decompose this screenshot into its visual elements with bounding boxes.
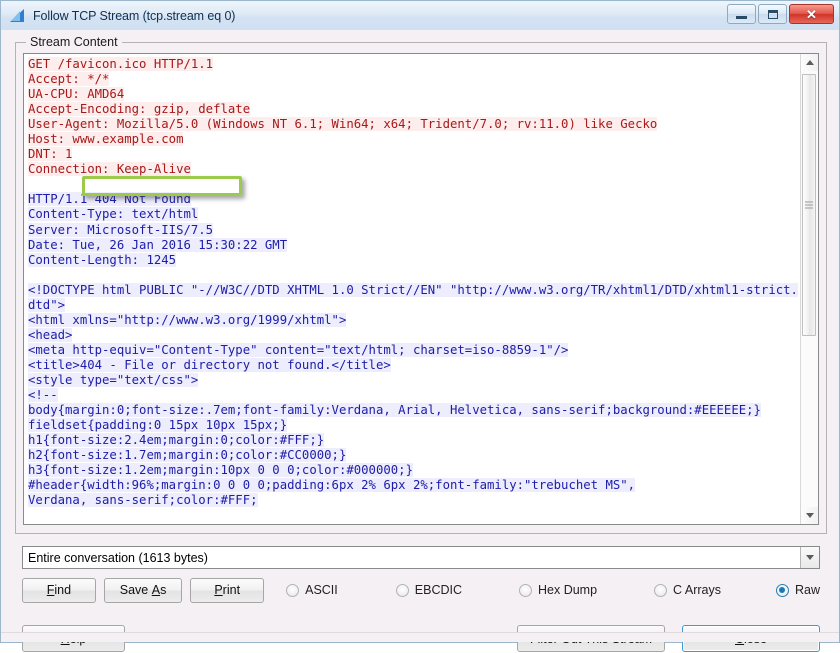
radio-hex-dump[interactable]: Hex Dump	[519, 583, 597, 597]
radio-ebcdic-label: EBCDIC	[414, 583, 462, 597]
stream-request-segment: GET /favicon.ico HTTP/1.1 Accept: */* UA…	[28, 57, 658, 177]
stream-text-content[interactable]: GET /favicon.ico HTTP/1.1 Accept: */* UA…	[24, 54, 800, 524]
find-button[interactable]: Find	[22, 577, 96, 603]
save-as-button[interactable]: Save As	[103, 577, 183, 603]
stream-vertical-scrollbar[interactable]	[800, 54, 818, 524]
dialog-bottom-strip	[1, 632, 839, 642]
chevron-down-icon	[805, 513, 814, 518]
radio-hex-dump-indicator	[519, 583, 532, 597]
radio-raw-label: Raw	[794, 583, 820, 597]
radio-ascii-indicator	[286, 583, 300, 597]
find-button-label: ind	[54, 583, 72, 597]
print-button-label: rint	[222, 583, 241, 597]
print-button[interactable]: Print	[190, 577, 265, 603]
controls-row: Find Save As Print ASCII EBCDIC Hex Dump	[22, 577, 820, 603]
stream-content-groupbox: Stream Content GET /favicon.ico HTTP/1.1…	[15, 35, 827, 534]
minimize-icon	[736, 15, 747, 19]
follow-tcp-stream-window: Follow TCP Stream (tcp.stream eq 0) ✕ St…	[0, 0, 840, 652]
radio-raw-indicator	[775, 583, 789, 597]
scrollbar-grip-icon	[805, 201, 813, 209]
window-controls: ✕	[727, 4, 834, 24]
radio-ebcdic[interactable]: EBCDIC	[395, 583, 462, 597]
radio-c-arrays-label: C Arrays	[673, 583, 721, 597]
radio-raw[interactable]: Raw	[775, 583, 820, 597]
maximize-icon	[767, 9, 778, 19]
radio-c-arrays[interactable]: C Arrays	[654, 583, 721, 597]
radio-hex-dump-label: Hex Dump	[538, 583, 598, 597]
radio-ascii-label: ASCII	[305, 583, 338, 597]
radio-ebcdic-indicator	[395, 583, 409, 597]
stream-content-legend: Stream Content	[26, 35, 122, 49]
window-title: Follow TCP Stream (tcp.stream eq 0)	[33, 8, 236, 23]
save-as-button-label: Save	[119, 583, 152, 597]
scroll-down-button[interactable]	[801, 507, 818, 524]
title-bar: Follow TCP Stream (tcp.stream eq 0) ✕	[1, 1, 839, 30]
close-window-button[interactable]: ✕	[789, 4, 834, 24]
format-radio-group: ASCII EBCDIC Hex Dump C Arrays Raw	[280, 583, 820, 597]
radio-c-arrays-indicator	[654, 583, 668, 597]
scrollbar-thumb[interactable]	[802, 74, 816, 336]
chevron-down-icon[interactable]	[800, 547, 819, 568]
scroll-up-button[interactable]	[801, 54, 818, 71]
wireshark-shark-fin-icon	[10, 8, 26, 23]
stream-response-segment: HTTP/1.1 404 Not Found Content-Type: tex…	[28, 192, 798, 508]
conversation-select[interactable]: Entire conversation (1613 bytes)	[22, 546, 820, 569]
stream-content-textarea[interactable]: GET /favicon.ico HTTP/1.1 Accept: */* UA…	[23, 53, 819, 525]
minimize-button[interactable]	[727, 4, 756, 24]
dialog-body: Stream Content GET /favicon.ico HTTP/1.1…	[1, 30, 839, 652]
maximize-button[interactable]	[758, 4, 787, 24]
conversation-select-value: Entire conversation (1613 bytes)	[28, 550, 208, 565]
radio-ascii[interactable]: ASCII	[286, 583, 338, 597]
close-icon: ✕	[806, 6, 817, 22]
chevron-up-icon	[805, 60, 814, 65]
